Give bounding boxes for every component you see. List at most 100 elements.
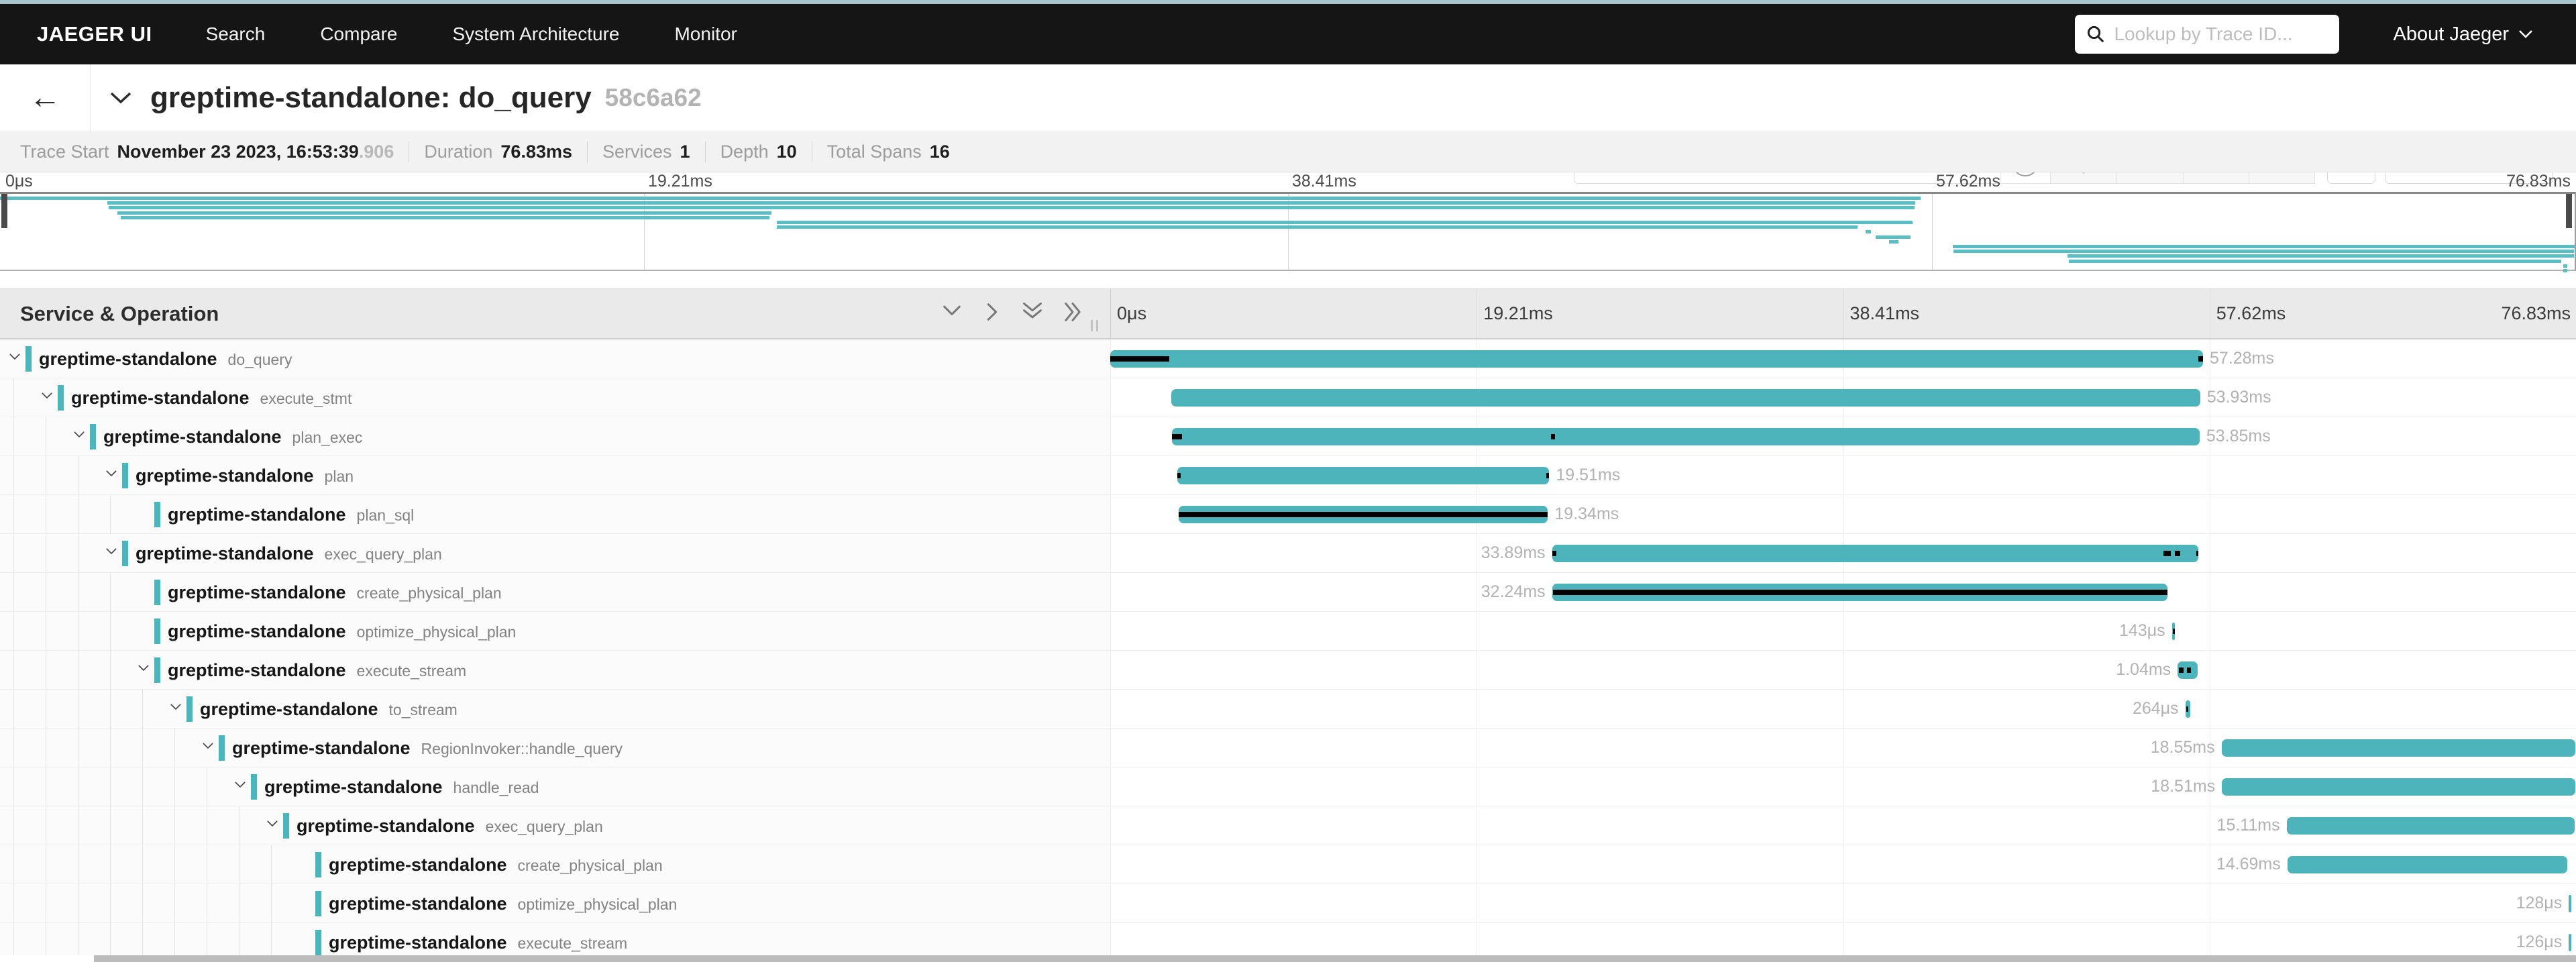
span-timeline-cell[interactable]: 1.04ms	[1110, 651, 2576, 689]
minimap-right-scrubber[interactable]	[2566, 194, 2572, 228]
column-resize-grip[interactable]	[1091, 320, 1098, 331]
span-name-cell[interactable]: greptime-standalonehandle_read	[0, 767, 1110, 806]
span-name-cell[interactable]: greptime-standaloneto_stream	[0, 690, 1110, 728]
horizontal-scrollbar[interactable]	[94, 955, 2576, 962]
indent-guide	[174, 729, 175, 767]
span-expand-chevron[interactable]	[200, 740, 216, 756]
nav-link-search[interactable]: Search	[206, 23, 266, 45]
span-name-cell[interactable]: greptime-standalonedo_query	[0, 339, 1110, 378]
span-timeline-cell[interactable]: 18.51ms	[1110, 767, 2576, 806]
service-name: greptime-standalone	[168, 495, 346, 534]
service-name: greptime-standalone	[168, 612, 346, 651]
span-name-wrap: greptime-standalonehandle_read	[264, 767, 539, 806]
operation-name: plan_sql	[357, 506, 415, 525]
span-timeline-cell[interactable]: 53.85ms	[1110, 417, 2576, 456]
span-duration-label: 126μs	[2516, 923, 2563, 955]
about-jaeger-menu[interactable]: About Jaeger	[2393, 23, 2533, 46]
indent-guide	[13, 767, 14, 806]
span-timeline-cell[interactable]: 18.55ms	[1110, 729, 2576, 767]
span-timeline-cell[interactable]: 128μs	[1110, 884, 2576, 922]
span-bar[interactable]	[2569, 895, 2571, 912]
span-timeline-cell[interactable]: 57.28ms	[1110, 339, 2576, 378]
span-name-wrap: greptime-standaloneRegionInvoker::handle…	[232, 729, 623, 767]
span-timeline-cell[interactable]: 53.93ms	[1110, 378, 2576, 417]
nav-link-monitor[interactable]: Monitor	[674, 23, 737, 45]
span-name-cell[interactable]: greptime-standaloneRegionInvoker::handle…	[0, 729, 1110, 767]
span-name-cell[interactable]: greptime-standaloneplan	[0, 456, 1110, 494]
span-timeline-cell[interactable]: 19.34ms	[1110, 495, 2576, 533]
span-bar[interactable]	[1177, 467, 1550, 484]
operation-name: execute_stream	[518, 934, 628, 953]
span-bar[interactable]	[2222, 739, 2576, 757]
span-name-cell[interactable]: greptime-standalone plan_sql	[0, 495, 1110, 533]
span-row: greptime-standalonedo_query57.28ms	[0, 339, 2576, 378]
span-name-cell[interactable]: greptime-standaloneexec_query_plan	[0, 534, 1110, 572]
span-timeline-cell[interactable]: 14.69ms	[1110, 845, 2576, 884]
span-row: greptime-standaloneexec_query_plan33.89m…	[0, 534, 2576, 573]
span-expand-chevron[interactable]	[136, 662, 152, 678]
span-name-cell[interactable]: greptime-standalonecreate_physical_plan	[0, 845, 1110, 884]
critical-path-segment	[2196, 551, 2199, 556]
span-name-cell[interactable]: greptime-standaloneexecute_stream	[0, 651, 1110, 689]
service-name: greptime-standalone	[329, 845, 507, 884]
collapse-one-button[interactable]	[939, 301, 965, 327]
span-expand-chevron[interactable]	[71, 429, 87, 445]
indent-guide	[13, 417, 14, 456]
span-timeline-cell[interactable]: 143μs	[1110, 612, 2576, 650]
span-expand-chevron[interactable]	[103, 545, 119, 562]
span-expand-chevron[interactable]	[232, 779, 248, 795]
service-name: greptime-standalone	[39, 339, 217, 378]
span-expand-chevron[interactable]	[39, 390, 55, 406]
brand-logo[interactable]: JAEGER UI	[37, 22, 152, 46]
indent-guide	[110, 612, 111, 650]
span-bar[interactable]	[2288, 856, 2568, 873]
span-duration-label: 14.69ms	[2216, 845, 2281, 884]
span-timeline-cell[interactable]: 126μs	[1110, 923, 2576, 955]
indent-guide	[110, 845, 111, 884]
span-bar[interactable]	[1110, 350, 2203, 368]
span-name-cell[interactable]: greptime-standaloneplan_exec	[0, 417, 1110, 456]
chevron-down-icon	[169, 701, 182, 718]
span-expand-chevron[interactable]	[264, 818, 280, 834]
span-name-cell[interactable]: greptime-standaloneexec_query_plan	[0, 806, 1110, 845]
span-name-cell[interactable]: greptime-standaloneoptimize_physical_pla…	[0, 884, 1110, 922]
span-timeline-cell[interactable]: 33.89ms	[1110, 534, 2576, 572]
span-bar[interactable]	[2569, 934, 2571, 951]
critical-path-segment	[2198, 356, 2203, 362]
span-expand-chevron[interactable]	[7, 351, 23, 367]
trace-id-lookup-input[interactable]	[2114, 23, 2328, 45]
trace-collapse-toggle[interactable]	[101, 64, 141, 131]
span-duration-label: 32.24ms	[1481, 573, 1546, 611]
span-timeline-cell[interactable]: 264μs	[1110, 690, 2576, 728]
minimap-span-bar	[777, 221, 1913, 224]
span-name-cell[interactable]: greptime-standaloneexecute_stmt	[0, 378, 1110, 417]
span-name-cell[interactable]: greptime-standaloneexecute_stream	[0, 923, 1110, 955]
minimap-left-scrubber[interactable]	[1, 194, 7, 228]
collapse-all-button[interactable]	[1020, 301, 1045, 327]
minimap-canvas[interactable]	[0, 192, 2576, 271]
span-expand-chevron[interactable]	[103, 468, 119, 484]
top-navbar: JAEGER UI Search Compare System Architectu…	[0, 4, 2576, 64]
chevron-down-icon	[8, 351, 21, 368]
span-bar[interactable]	[1171, 389, 2200, 407]
expand-all-button[interactable]	[1060, 301, 1085, 327]
span-expand-chevron[interactable]	[168, 701, 184, 717]
back-button[interactable]: ←	[0, 64, 91, 131]
critical-path-segment	[1177, 473, 1181, 478]
minimap-span-bar	[2563, 264, 2567, 268]
trace-info-item: Total Spans16	[812, 142, 950, 162]
expand-one-button[interactable]	[979, 301, 1005, 327]
chevron-down-icon	[109, 91, 132, 105]
expand-all-icon	[1061, 301, 1084, 327]
nav-link-compare[interactable]: Compare	[320, 23, 397, 45]
span-bar[interactable]	[1552, 545, 2199, 562]
span-bar[interactable]	[2287, 817, 2575, 835]
span-timeline-cell[interactable]: 15.11ms	[1110, 806, 2576, 845]
span-bar[interactable]	[2222, 778, 2575, 796]
span-bar[interactable]	[1172, 428, 2199, 445]
span-timeline-cell[interactable]: 19.51ms	[1110, 456, 2576, 494]
span-timeline-cell[interactable]: 32.24ms	[1110, 573, 2576, 611]
span-name-cell[interactable]: greptime-standalonecreate_physical_plan	[0, 573, 1110, 611]
span-name-cell[interactable]: greptime-standaloneoptimize_physical_pla…	[0, 612, 1110, 650]
nav-link-system-architecture[interactable]: System Architecture	[453, 23, 620, 45]
